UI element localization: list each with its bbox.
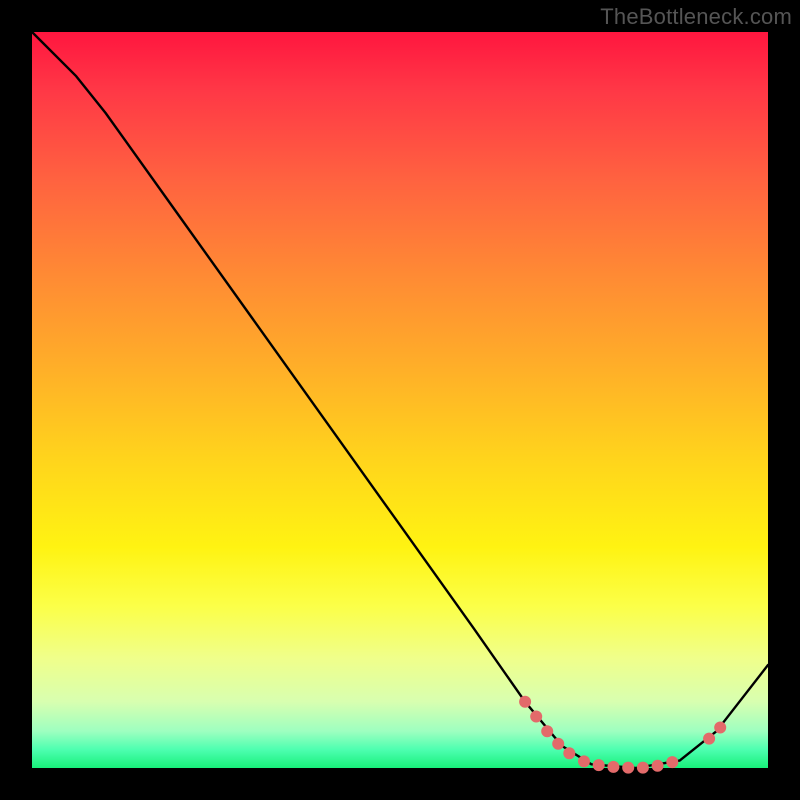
plot-area (32, 32, 768, 768)
watermark-text: TheBottleneck.com (600, 4, 792, 30)
highlight-dot (563, 747, 575, 759)
chart-svg (32, 32, 768, 768)
highlight-dot (652, 760, 664, 772)
highlight-dot (530, 711, 542, 723)
highlight-dot (593, 759, 605, 771)
highlight-dot (519, 696, 531, 708)
highlight-dot (714, 722, 726, 734)
highlight-dot (552, 738, 564, 750)
highlight-dot (541, 725, 553, 737)
highlight-dots (519, 696, 726, 774)
chart-frame: TheBottleneck.com (0, 0, 800, 800)
highlight-dot (607, 761, 619, 773)
highlight-dot (666, 756, 678, 768)
highlight-dot (703, 733, 715, 745)
highlight-dot (637, 762, 649, 774)
highlight-dot (578, 755, 590, 767)
bottleneck-curve (32, 32, 768, 768)
highlight-dot (622, 762, 634, 774)
